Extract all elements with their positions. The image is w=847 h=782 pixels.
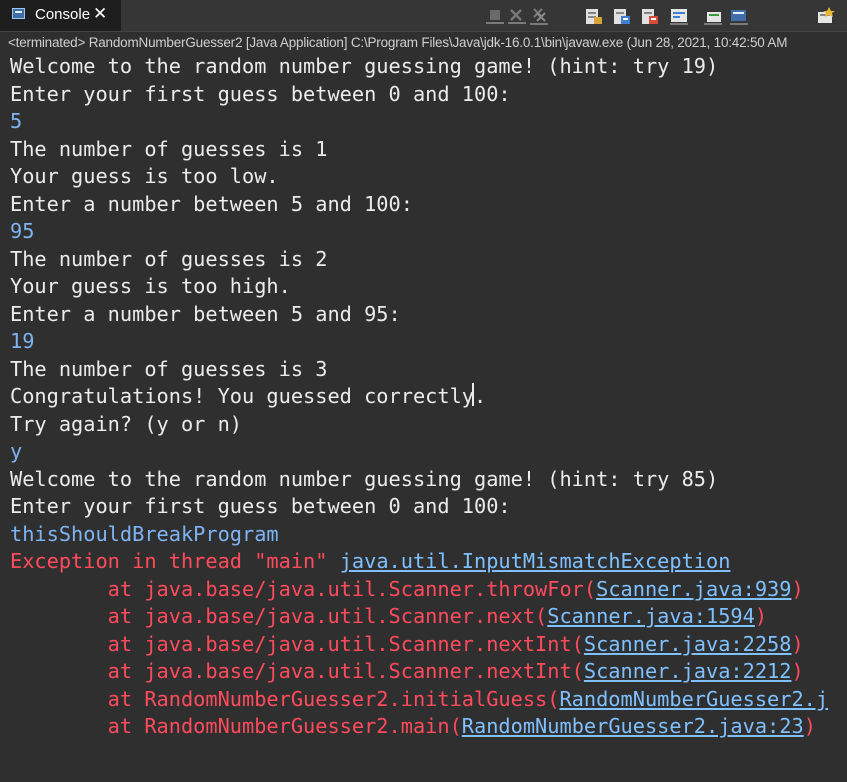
terminate-icon[interactable]	[484, 6, 506, 26]
console-line-stdin: thisShouldBreakProgram	[10, 521, 279, 546]
stack-frame-end: )	[791, 576, 804, 601]
stack-frame-line: at java.base/java.util.Scanner.nextInt(S…	[10, 658, 804, 686]
exception-prefix: Exception in thread "main"	[10, 549, 340, 573]
console-view-tabbar: Console ✕	[0, 0, 847, 31]
scroll-lock-icon[interactable]	[582, 6, 604, 26]
console-line-stdout: The number of guesses is 2	[10, 246, 328, 271]
stack-frame-text: at RandomNumberGuesser2.initialGuess(	[10, 686, 560, 711]
word-wrap-icon[interactable]	[668, 6, 690, 26]
console-line-stdout: The number of guesses is 1	[10, 136, 328, 161]
console-line-stdout: Your guess is too high.	[10, 274, 291, 298]
console-output[interactable]: Welcome to the random number guessing ga…	[0, 53, 847, 782]
launch-status-text: <terminated> RandomNumberGuesser2 [Java …	[8, 35, 788, 50]
stack-frame-link[interactable]: Scanner.java:1594	[547, 604, 755, 628]
stack-frame-line: at java.base/java.util.Scanner.nextInt(S…	[10, 631, 804, 659]
tab-console[interactable]: Console ✕	[0, 0, 121, 31]
console-line-stdout: Welcome to the random number guessing ga…	[10, 54, 719, 78]
stack-frame-text: at java.base/java.util.Scanner.throwFor(	[10, 576, 597, 601]
launch-status-bar: <terminated> RandomNumberGuesser2 [Java …	[0, 31, 847, 53]
exception-line: Exception in thread "main" java.util.Inp…	[10, 548, 730, 576]
console-line-stdout: Try again? (y or n)	[10, 411, 242, 436]
stack-frame-link[interactable]: RandomNumberGuesser2.j	[559, 687, 828, 711]
stack-frame-text: at RandomNumberGuesser2.main(	[10, 714, 462, 738]
pin-console-icon[interactable]	[702, 6, 724, 26]
stack-frame-end: )	[754, 604, 768, 628]
stack-frame-link[interactable]: Scanner.java:2212	[584, 659, 792, 683]
console-line-stdout: Enter a number between 5 and 95:	[10, 301, 401, 326]
console-line-stdin: 5	[10, 109, 23, 133]
console-line-stdout: Congratulations! You guessed correctly.	[10, 384, 487, 408]
console-line-stdout: Welcome to the random number guessing ga…	[10, 466, 719, 491]
stack-frame-link[interactable]: RandomNumberGuesser2.java:23	[462, 714, 804, 738]
display-selected-console-icon[interactable]	[728, 6, 750, 26]
open-console-icon[interactable]	[814, 6, 836, 26]
stack-frame-text: at java.base/java.util.Scanner.nextInt(	[10, 631, 584, 656]
stack-frame-end: )	[791, 659, 804, 683]
stack-frame-line: at java.base/java.util.Scanner.next(Scan…	[10, 603, 767, 631]
console-line-stdout: The number of guesses is 3	[10, 356, 328, 381]
console-line-stdout: Enter your first guess between 0 and 100…	[10, 81, 511, 106]
stack-frame-end: )	[791, 631, 804, 656]
stack-frame-link[interactable]: Scanner.java:939	[596, 577, 791, 601]
stack-frame-link[interactable]: Scanner.java:2258	[584, 632, 792, 656]
remove-launch-icon[interactable]	[506, 6, 528, 26]
show-when-stderr-icon[interactable]	[638, 6, 660, 26]
tab-console-label: Console	[35, 6, 91, 23]
stack-frame-line: at java.base/java.util.Scanner.throwFor(…	[10, 576, 804, 604]
exception-class-link[interactable]: java.util.InputMismatchException	[340, 549, 731, 573]
stack-frame-text: at java.base/java.util.Scanner.nextInt(	[10, 659, 584, 683]
console-line-stdout: Your guess is too low.	[10, 164, 279, 188]
show-when-stdout-icon[interactable]	[610, 6, 632, 26]
stack-frame-end: )	[803, 714, 816, 738]
stack-frame-line: at RandomNumberGuesser2.main(RandomNumbe…	[10, 713, 816, 741]
stack-frame-line: at RandomNumberGuesser2.initialGuess(Ran…	[10, 686, 828, 714]
stack-frame-text: at java.base/java.util.Scanner.next(	[10, 604, 548, 628]
console-icon	[12, 8, 25, 19]
remove-all-terminated-icon[interactable]	[528, 6, 550, 26]
console-line-stdin: 95	[10, 219, 35, 243]
console-line-stdin: 19	[10, 329, 35, 353]
text-caret	[472, 383, 474, 406]
close-tab-icon[interactable]: ✕	[93, 3, 107, 25]
console-line-stdin: y	[10, 439, 23, 463]
console-line-stdout: Enter your first guess between 0 and 100…	[10, 494, 511, 518]
console-line-stdout: Enter a number between 5 and 100:	[10, 191, 413, 216]
